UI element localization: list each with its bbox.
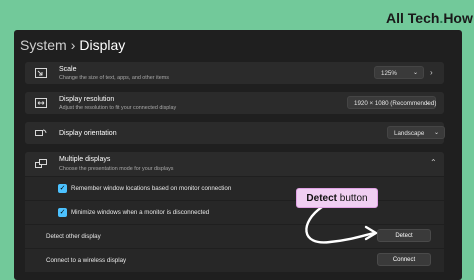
callout-arrow [305, 205, 378, 244]
detect-callout: Detect button [296, 188, 378, 208]
